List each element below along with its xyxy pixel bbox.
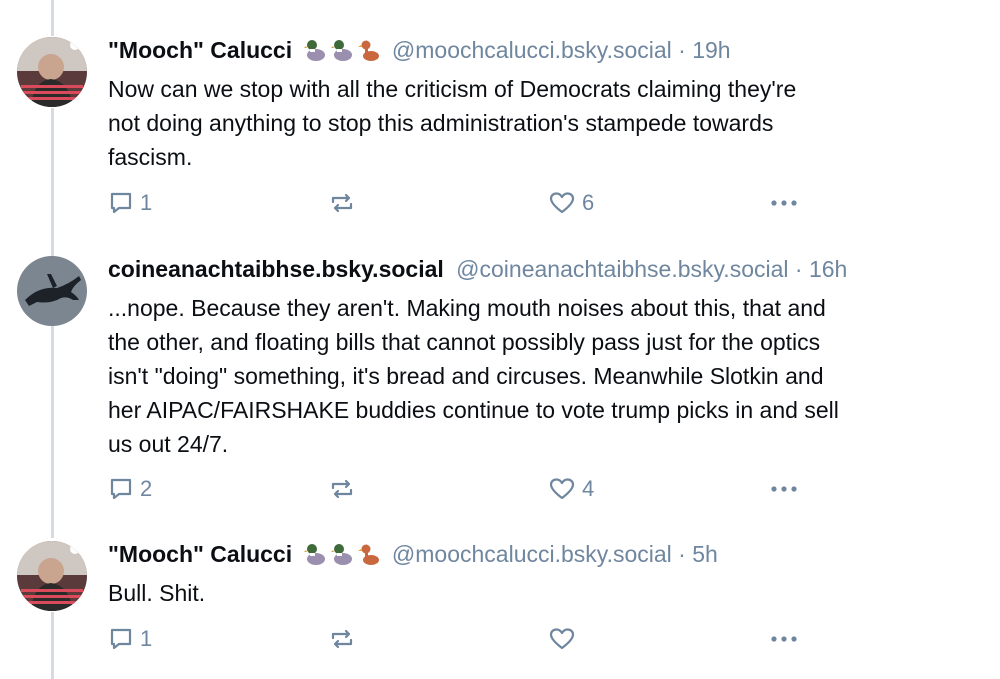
heart-icon	[548, 190, 576, 216]
heart-icon	[548, 476, 576, 502]
post-text-line: ...nope. Because they aren't. Making mou…	[108, 295, 826, 321]
duck-icon	[330, 542, 353, 573]
handle[interactable]: @coineanachtaibhse.bsky.social	[456, 256, 788, 282]
more-icon	[768, 626, 800, 652]
post-text-line: isn't "doing" something, it's bread and …	[108, 363, 824, 389]
post-text-line: fascism.	[108, 144, 193, 170]
thread-line-top	[51, 0, 54, 36]
like-count: 6	[582, 190, 595, 215]
reply-count: 2	[140, 476, 153, 501]
separator: ·	[678, 541, 686, 567]
avatar[interactable]	[17, 541, 87, 611]
more-options-button[interactable]	[768, 188, 800, 218]
handle[interactable]: @moochcalucci.bsky.social	[392, 541, 672, 567]
duck-icon	[303, 542, 326, 573]
reply-icon	[108, 476, 134, 502]
handle[interactable]: @moochcalucci.bsky.social	[392, 37, 672, 63]
repost-button[interactable]	[328, 474, 362, 504]
thread-line-bottom	[51, 612, 54, 679]
post-header: "Mooch" Calucci @moochcalucci.bsky.socia…	[108, 539, 718, 573]
timestamp[interactable]: 5h	[692, 541, 718, 567]
repost-icon	[328, 190, 356, 216]
post-header: coineanachtaibhse.bsky.social @coineanac…	[108, 254, 847, 284]
heart-icon	[548, 626, 576, 652]
separator: ·	[678, 37, 686, 63]
reply-icon	[108, 626, 134, 652]
more-icon	[768, 190, 800, 216]
duck-icon	[303, 38, 326, 69]
duck-icon	[357, 542, 380, 573]
reply-count: 1	[140, 190, 153, 215]
like-button[interactable]	[548, 624, 582, 654]
repost-button[interactable]	[328, 188, 362, 218]
post-text-line: us out 24/7.	[108, 431, 229, 457]
like-count: 4	[582, 476, 595, 501]
repost-icon	[328, 476, 356, 502]
like-button[interactable]: 6	[548, 188, 594, 218]
like-button[interactable]: 4	[548, 474, 594, 504]
post-text-line: Now can we stop with all the criticism o…	[108, 76, 797, 102]
duck-icon	[357, 38, 380, 69]
post-text: ...nope. Because they aren't. Making mou…	[108, 291, 968, 461]
avatar[interactable]	[17, 256, 87, 326]
reply-button[interactable]: 1	[108, 624, 152, 654]
display-name[interactable]: "Mooch" Calucci	[108, 541, 292, 567]
more-options-button[interactable]	[768, 624, 800, 654]
post-text: Bull. Shit.	[108, 576, 968, 610]
post-text-line: Bull. Shit.	[108, 580, 206, 606]
repost-button[interactable]	[328, 624, 362, 654]
post-text: Now can we stop with all the criticism o…	[108, 72, 968, 174]
more-icon	[768, 476, 800, 502]
reply-button[interactable]: 2	[108, 474, 152, 504]
repost-icon	[328, 626, 356, 652]
post-text-line: not doing anything to stop this administ…	[108, 110, 774, 136]
timestamp[interactable]: 19h	[692, 37, 730, 63]
post-text-line: the other, and floating bills that canno…	[108, 329, 821, 355]
post-header: "Mooch" Calucci @moochcalucci.bsky.socia…	[108, 35, 731, 69]
separator: ·	[794, 256, 803, 282]
more-options-button[interactable]	[768, 474, 800, 504]
display-name[interactable]: coineanachtaibhse.bsky.social	[108, 256, 444, 282]
duck-icon	[330, 38, 353, 69]
post-text-line: her AIPAC/FAIRSHAKE buddies continue to …	[108, 397, 839, 423]
timestamp[interactable]: 16h	[809, 256, 847, 282]
avatar[interactable]	[17, 37, 87, 107]
reply-icon	[108, 190, 134, 216]
reply-button[interactable]: 1	[108, 188, 152, 218]
display-name[interactable]: "Mooch" Calucci	[108, 37, 292, 63]
reply-count: 1	[140, 626, 153, 651]
